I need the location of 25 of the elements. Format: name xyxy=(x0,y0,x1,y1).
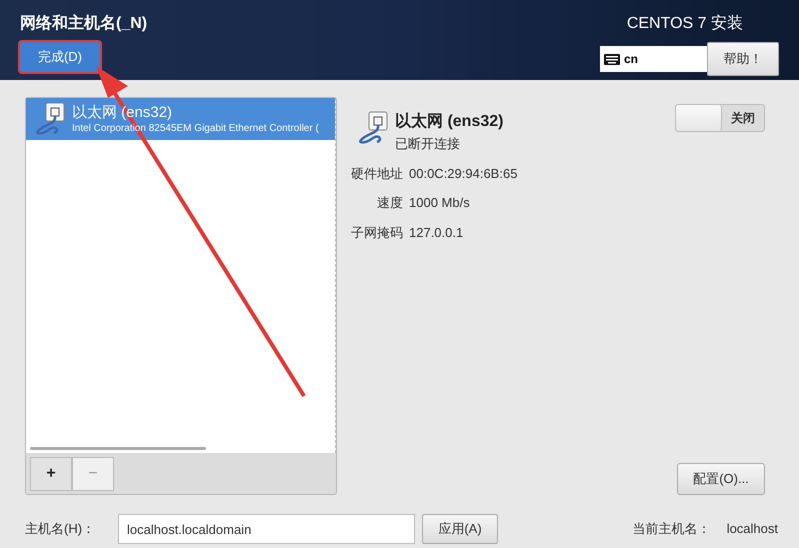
property-value: 00:0C:29:94:6B:65 xyxy=(409,164,518,182)
power-toggle[interactable]: 关闭 xyxy=(675,104,765,132)
keyboard-icon xyxy=(604,54,620,64)
keyboard-layout-indicator[interactable]: cn xyxy=(600,46,708,72)
toggle-label: 关闭 xyxy=(730,110,756,127)
done-button[interactable]: 完成(D) xyxy=(20,42,100,72)
property-value: 1000 Mb/s xyxy=(409,194,471,212)
hostname-label: 主机名(H)： xyxy=(25,520,96,538)
hostname-field[interactable]: localhost.localdomain xyxy=(118,514,415,544)
current-hostname-label: 当前主机名： xyxy=(632,520,711,538)
property-label: 硬件地址 xyxy=(351,164,403,182)
product-title: CENTOS 7 安装 xyxy=(626,14,743,34)
help-button[interactable]: 帮助！ xyxy=(707,42,779,76)
add-button[interactable]: + xyxy=(30,457,72,491)
property-value: 127.0.0.1 xyxy=(409,224,464,242)
device-title: 以太网 (ens32) xyxy=(395,112,504,132)
horizontal-scrollbar[interactable] xyxy=(30,447,206,450)
apply-button[interactable]: 应用(A) xyxy=(422,514,498,544)
connection-status: 已断开连接 xyxy=(395,135,461,153)
layout-code: cn xyxy=(624,51,638,68)
page-title: 网络和主机名(_N) xyxy=(20,13,148,34)
property-label: 速度 xyxy=(376,194,403,212)
configure-button[interactable]: 配置(O)... xyxy=(677,463,765,495)
current-hostname: localhost xyxy=(726,520,778,538)
property-label: 子网掩码 xyxy=(351,224,403,242)
